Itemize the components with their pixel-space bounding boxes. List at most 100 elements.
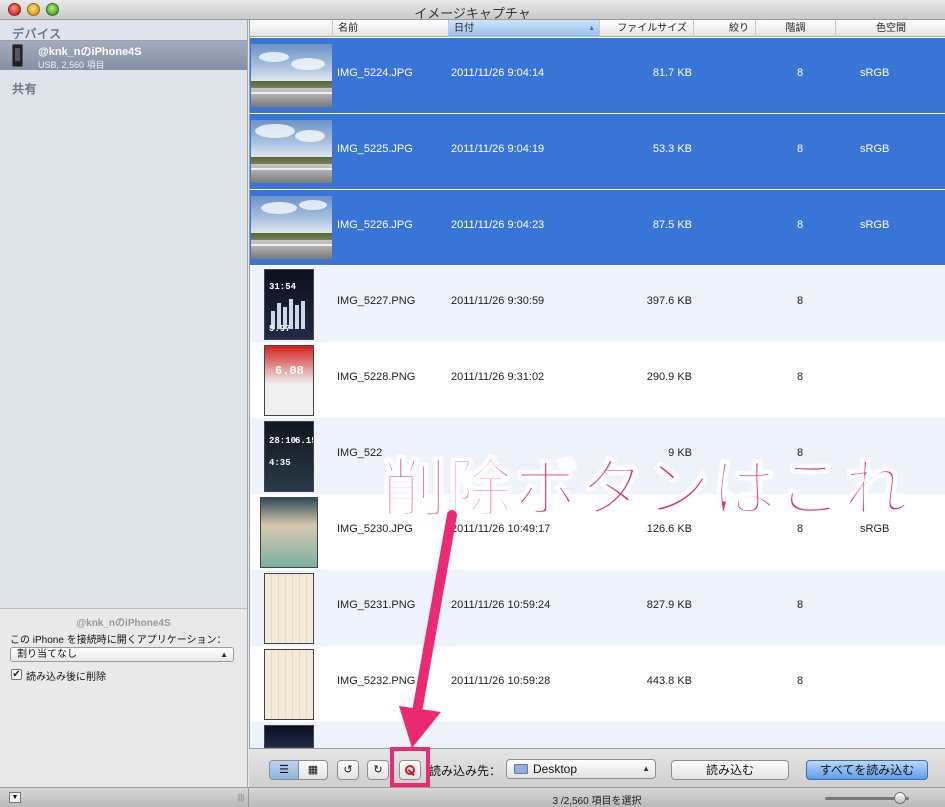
resize-grip-icon[interactable]: ||| [238,793,244,802]
column-header-depth[interactable]: 階調 [755,20,835,37]
image-depth: 8 [796,143,804,155]
device-settings-panel: @knk_nのiPhone4S この iPhone を接続時に開くアプリケーショ… [0,608,247,787]
image-row[interactable]: IMG_5224.JPG 2011/11/26 9:04:14 81.7 KB … [250,38,945,114]
connect-app-value: 割り当てなし [17,649,77,660]
image-thumbnail: 6.08 [264,345,314,416]
thumbnail-size-slider-knob[interactable] [894,792,906,804]
delete-after-import-checkbox[interactable]: ✔ [11,669,22,680]
image-colorspace: sRGB [860,67,890,79]
device-name: @knk_nのiPhone4S [38,46,142,58]
image-name: IMG_522 [337,447,383,459]
image-thumbnail [264,649,314,720]
image-list: 名前 日付 ▲ ファイルサイズ 絞り 階調 色空間 IMG_5224.JPG 2… [249,20,945,748]
column-header-aperture[interactable]: 絞り [693,20,755,37]
list-view-button[interactable]: ☰ [269,760,299,780]
image-thumbnail [251,120,332,183]
image-colorspace: sRGB [860,219,890,231]
column-header-date-label: 日付 [454,23,474,34]
image-capture-window: イメージキャプチャ デバイス @knk_nのiPhone4S USB, 2,56… [0,0,945,807]
iphone-icon [12,44,23,67]
image-depth: 8 [796,219,804,231]
image-row[interactable]: 6.08 IMG_5228.PNG 2011/11/26 9:31:02 290… [250,342,945,418]
image-thumbnail [251,196,332,259]
image-row[interactable]: IMG_5225.JPG 2011/11/26 9:04:19 53.3 KB … [250,114,945,190]
image-size: 290.9 KB [646,371,692,383]
image-thumbnail [260,497,318,568]
bottom-toolbar: ☰ ▦ ↺ ↻ 読み込み先： Desktop ▲ 読み込む すべてを読み込む [249,748,945,787]
image-name: IMG_5227.PNG [337,295,416,307]
image-colorspace: sRGB [860,143,890,155]
image-size: 443.8 KB [646,675,692,687]
connect-app-select[interactable]: 割り当てなし ▲ [10,647,234,662]
import-button[interactable]: 読み込む [671,760,789,780]
image-name: IMG_5226.JPG [337,219,413,231]
rotate-right-button[interactable]: ↻ [367,760,389,780]
folder-icon [514,764,528,774]
sidebar-footer: ▼ ||| [0,787,249,807]
import-destination-label: 読み込み先： [429,764,502,778]
sidebar-item-device[interactable]: @knk_nのiPhone4S USB, 2,560 項目 [0,40,247,70]
title-bar[interactable]: イメージキャプチャ [0,0,945,21]
image-date: 2011/11/26 9:04:19 [451,143,545,155]
thumbnail-text: 6.08 [275,364,304,378]
image-name: IMG_5225.JPG [337,143,413,155]
image-row[interactable]: IMG_5231.PNG 2011/11/26 10:59:24 827.9 K… [250,570,945,646]
image-date: 2011/11/26 9:31:02 [451,371,545,383]
thumbnail-text: 4:35 [269,458,291,468]
status-bar: 3 /2,560 項目を選択 [249,787,945,807]
image-thumbnail [264,725,314,748]
sidebar-toggle-button[interactable]: ▼ [9,792,21,803]
image-thumbnail: 28:10 6.15 4:35 [264,421,314,492]
image-date: 2011/11/26 9:04:14 [451,67,545,79]
thumbnail-text: 6.15 [295,436,313,446]
import-destination-popup[interactable]: Desktop ▲ [506,759,656,779]
grid-view-button[interactable]: ▦ [298,760,328,780]
thumbnail-text: 28:10 [269,436,297,446]
image-size: 81.7 KB [652,67,692,79]
list-header: 名前 日付 ▲ ファイルサイズ 絞り 階調 色空間 [250,20,945,37]
image-thumbnail [264,573,314,644]
annotation-text: 削除ボタンはこれ [381,452,910,528]
image-row[interactable]: 31:54 5.97 IMG_5227.PNG 2011/11/26 9:30:… [250,266,945,342]
column-header-date[interactable]: 日付 ▲ [448,20,599,37]
image-name: IMG_5232.PNG [337,675,416,687]
image-size: 53.3 KB [652,143,692,155]
image-thumbnail: 31:54 5.97 [264,269,314,340]
image-date: 2011/11/26 9:04:23 [451,219,545,231]
image-thumbnail [251,44,332,107]
image-name: IMG_5231.PNG [337,599,416,611]
sort-ascending-icon: ▲ [588,25,595,32]
delete-after-import-label: 読み込み後に削除 [26,672,106,683]
image-depth: 8 [796,371,804,383]
thumbnail-text: 31:54 [269,282,297,292]
import-all-button[interactable]: すべてを読み込む [806,760,928,780]
popup-arrows-icon: ▲ [642,764,650,773]
image-depth: 8 [796,67,804,79]
image-depth: 8 [796,599,804,611]
column-header-name[interactable]: 名前 [332,20,448,37]
column-header-size[interactable]: ファイルサイズ [599,20,693,37]
popup-arrows-icon: ▲ [220,650,228,659]
image-size: 87.5 KB [652,219,692,231]
image-size: 827.9 KB [646,599,692,611]
image-date: 2011/11/26 10:59:28 [451,675,551,687]
rotate-left-button[interactable]: ↺ [337,760,359,780]
image-size: 397.6 KB [646,295,692,307]
sidebar: デバイス @knk_nのiPhone4S USB, 2,560 項目 共有 @k… [0,20,248,787]
column-header-colorspace[interactable]: 色空間 [835,20,945,37]
image-name: IMG_5228.PNG [337,371,416,383]
image-name: IMG_5224.JPG [337,67,413,79]
import-destination-value: Desktop [533,762,578,776]
device-settings-title: @knk_nのiPhone4S [76,618,171,629]
thumbnail-text: 5.97 [269,324,291,334]
image-row[interactable]: IMG_5226.JPG 2011/11/26 9:04:23 87.5 KB … [250,190,945,266]
image-row[interactable]: IMG_5232.PNG 2011/11/26 10:59:28 443.8 K… [250,646,945,722]
image-date: 2011/11/26 9:30:59 [451,295,545,307]
shared-section-header: 共有 [12,82,38,96]
image-depth: 8 [796,675,804,687]
device-subtitle: USB, 2,560 項目 [38,60,105,70]
connect-app-label: この iPhone を接続時に開くアプリケーション： [10,635,227,646]
image-row[interactable] [250,722,945,748]
image-date: 2011/11/26 10:59:24 [451,599,551,611]
image-depth: 8 [796,295,804,307]
